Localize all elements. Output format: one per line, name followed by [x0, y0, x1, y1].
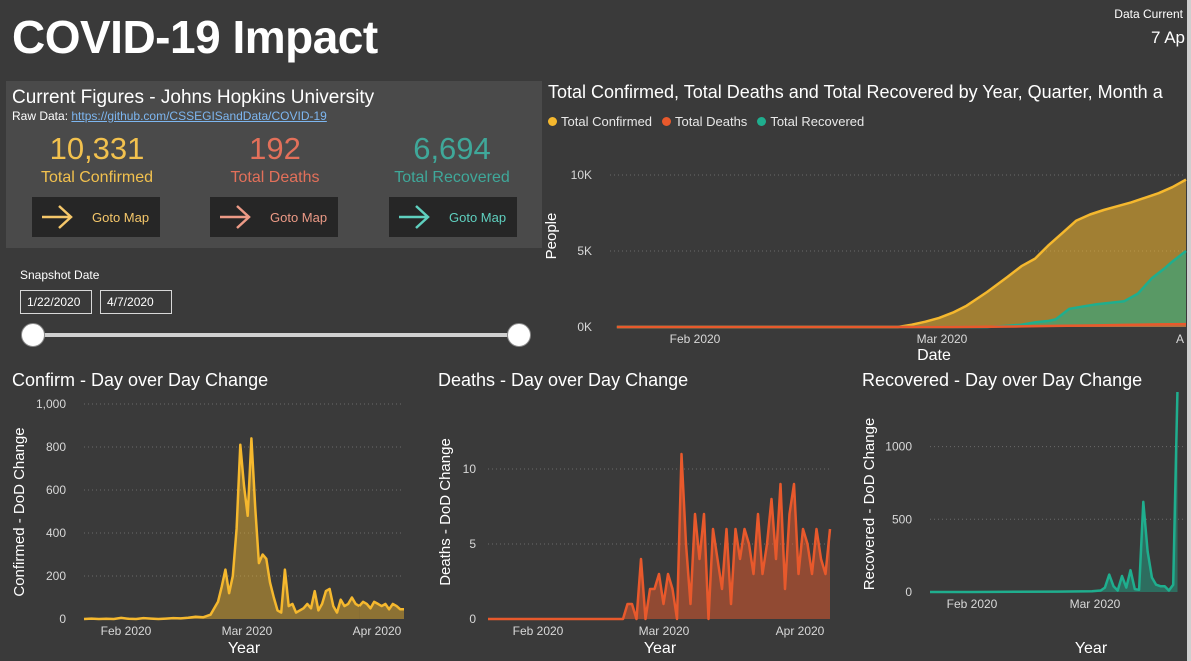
- x-tick-label: Feb 2020: [670, 332, 721, 346]
- y-tick-label: 1,000: [36, 397, 66, 411]
- x-axis-label: Year: [644, 640, 677, 657]
- snapshot-end-date-input[interactable]: [100, 290, 172, 314]
- x-tick-label: Apr 2020: [353, 624, 402, 638]
- current-figures-title: Current Figures - Johns Hopkins Universi…: [12, 87, 375, 108]
- recovered-chart-title: Recovered - Day over Day Change: [862, 370, 1143, 390]
- x-tick-label: A: [1176, 332, 1184, 346]
- snapshot-start-date-input[interactable]: [20, 290, 92, 314]
- arrow-right-icon: [220, 205, 251, 229]
- kpi-deaths-label: Total Deaths: [230, 169, 320, 186]
- legend-label: Total Recovered: [770, 114, 865, 129]
- goto-map-label: Goto Map: [449, 209, 507, 225]
- confirm-dod-chart: 1,000 800 600 400 200 0 Feb 2020 Mar 2020 Apr 20…: [11, 397, 404, 657]
- y-tick-label: 10: [463, 462, 477, 476]
- y-tick-label: 400: [46, 526, 66, 540]
- goto-map-recovered-button[interactable]: Goto Map: [389, 197, 517, 237]
- series-line: [930, 392, 1179, 594]
- y-tick-label: 0K: [577, 320, 592, 334]
- kpi-confirmed-value: 10,331: [49, 131, 145, 166]
- x-tick-label: Mar 2020: [639, 624, 690, 638]
- data-current-label: Data Current: [1114, 7, 1183, 21]
- y-axis-label: Recovered - DoD Change: [861, 418, 878, 591]
- goto-map-confirmed-button[interactable]: Goto Map: [32, 197, 160, 237]
- current-figures-panel: Current Figures - Johns Hopkins Universi…: [6, 81, 542, 248]
- y-tick-label: 10K: [571, 168, 592, 182]
- x-axis-label: Date: [917, 347, 951, 364]
- legend-item-deaths[interactable]: Total Deaths: [662, 114, 747, 129]
- recovered-dod-chart: 1000 500 0 Feb 2020 Mar 2020 Year Recovered - …: [861, 392, 1186, 657]
- y-tick-label: 1000: [885, 440, 912, 454]
- x-tick-label: Mar 2020: [917, 332, 968, 346]
- goto-map-deaths-button[interactable]: Goto Map: [210, 197, 338, 237]
- main-chart-title: Total Confirmed, Total Deaths and Total …: [548, 82, 1163, 102]
- kpi-recovered-label: Total Recovered: [394, 169, 510, 186]
- arrow-right-icon: [399, 205, 430, 229]
- x-axis-label: Year: [1075, 640, 1108, 657]
- x-axis-label: Year: [228, 640, 261, 657]
- y-tick-label: 0: [59, 612, 66, 626]
- kpi-recovered: 6,694 Total Recovered: [367, 131, 537, 187]
- goto-map-label: Goto Map: [92, 209, 150, 225]
- raw-data-line: Raw Data: https://github.com/CSSEGISandD…: [12, 109, 327, 123]
- y-axis-label: Deaths - DoD Change: [437, 438, 454, 586]
- x-tick-label: Apr 2020: [776, 624, 825, 638]
- y-tick-label: 500: [892, 512, 912, 526]
- series-area: [488, 454, 830, 619]
- date-range-slider-end-handle[interactable]: [507, 323, 531, 347]
- x-tick-label: Feb 2020: [101, 624, 152, 638]
- legend-item-recovered[interactable]: Total Recovered: [757, 114, 864, 129]
- kpi-deaths-value: 192: [249, 131, 301, 166]
- y-tick-label: 800: [46, 440, 66, 454]
- snapshot-date-label: Snapshot Date: [20, 268, 100, 282]
- goto-map-label: Goto Map: [270, 209, 328, 225]
- date-range-slider-track[interactable]: [33, 333, 519, 337]
- scrollbar[interactable]: [1187, 0, 1191, 661]
- kpi-confirmed-label: Total Confirmed: [40, 169, 154, 186]
- kpi-deaths: 192 Total Deaths: [190, 131, 360, 187]
- raw-data-label: Raw Data:: [12, 109, 69, 123]
- x-tick-label: Mar 2020: [1070, 597, 1121, 611]
- dashboard-title: COVID-19 Impact: [12, 11, 378, 63]
- kpi-recovered-value: 6,694: [413, 131, 491, 166]
- deaths-dod-chart: 10 5 0 Feb 2020 Mar 2020 Apr 2020 Year Deaths -…: [437, 438, 832, 657]
- legend-label: Total Confirmed: [561, 114, 653, 129]
- series-line: [83, 437, 360, 621]
- y-tick-label: 600: [46, 483, 66, 497]
- y-axis-label: People: [543, 213, 560, 260]
- deaths-chart-title: Deaths - Day over Day Change: [438, 370, 689, 390]
- x-tick-label: Feb 2020: [513, 624, 564, 638]
- legend-item-confirmed[interactable]: Total Confirmed: [548, 114, 652, 129]
- y-tick-label: 5K: [577, 244, 592, 258]
- y-tick-label: 5: [469, 537, 476, 551]
- legend-label: Total Deaths: [675, 114, 748, 129]
- kpi-confirmed: 10,331 Total Confirmed: [12, 131, 182, 187]
- confirm-chart-title: Confirm - Day over Day Change: [12, 370, 269, 390]
- y-tick-label: 0: [905, 585, 912, 599]
- main-cumulative-chart: 10K 5K 0K Feb 2020 Mar 2020 A Date People: [543, 168, 1187, 364]
- arrow-right-icon: [42, 205, 73, 229]
- legend-dot: [662, 117, 672, 126]
- legend-dot: [548, 117, 557, 126]
- y-axis-label: Confirmed - DoD Change: [11, 427, 28, 596]
- raw-data-link[interactable]: https://github.com/CSSEGISandData/COVID-…: [71, 109, 326, 123]
- main-chart-legend: Total Confirmed Total Deaths Total Recov…: [548, 114, 864, 129]
- data-current-date: 7 Ap: [1150, 28, 1185, 47]
- y-tick-label: 0: [469, 612, 476, 626]
- y-tick-label: 200: [46, 569, 66, 583]
- x-tick-label: Mar 2020: [222, 624, 273, 638]
- legend-dot: [757, 117, 767, 126]
- date-range-slider-start-handle[interactable]: [21, 323, 45, 347]
- x-tick-label: Feb 2020: [947, 597, 998, 611]
